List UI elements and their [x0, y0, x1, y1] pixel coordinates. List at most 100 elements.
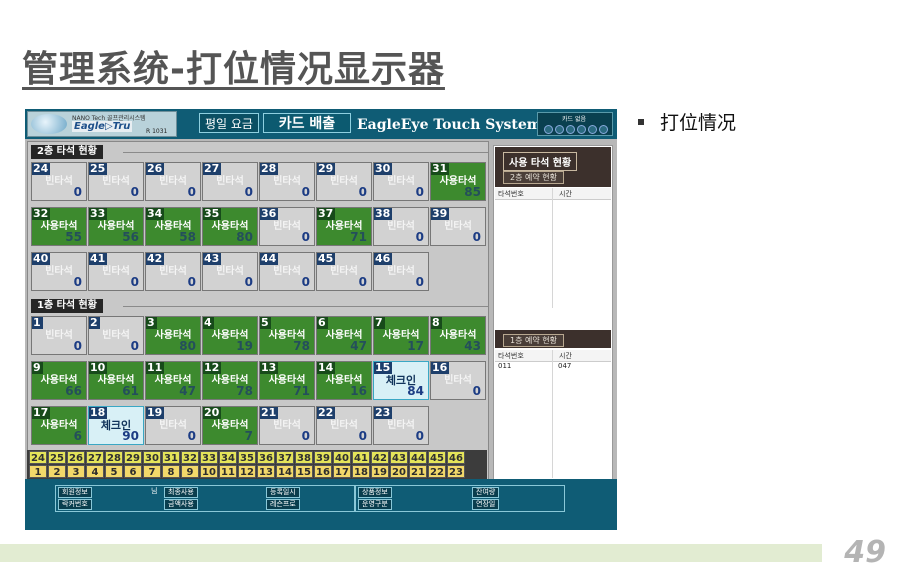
bay-19[interactable]: 19 빈타석 0 — [145, 406, 201, 445]
bay-index-button[interactable]: 16 — [314, 465, 332, 478]
bay-index-button[interactable]: 12 — [238, 465, 256, 478]
bay-index-button[interactable]: 26 — [67, 451, 85, 464]
bay-index-button[interactable]: 17 — [333, 465, 351, 478]
bay-index-button[interactable]: 32 — [181, 451, 199, 464]
bay-29[interactable]: 29 빈타석 0 — [316, 162, 372, 201]
bay-2[interactable]: 2 빈타석 0 — [88, 316, 144, 355]
bay-1[interactable]: 1 빈타석 0 — [31, 316, 87, 355]
bay-14[interactable]: 14 사용타석 16 — [316, 361, 372, 400]
bay-32[interactable]: 32 사용타석 55 — [31, 207, 87, 246]
bay-index-button[interactable]: 29 — [124, 451, 142, 464]
bay-index-button[interactable]: 24 — [29, 451, 47, 464]
bay-9[interactable]: 9 사용타석 66 — [31, 361, 87, 400]
bay-index-button[interactable]: 4 — [86, 465, 104, 478]
bay-index-button[interactable]: 35 — [238, 451, 256, 464]
bay-31[interactable]: 31 사용타석 85 — [430, 162, 486, 201]
bay-38[interactable]: 38 빈타석 0 — [373, 207, 429, 246]
bay-index-button[interactable]: 45 — [428, 451, 446, 464]
bay-23[interactable]: 23 빈타석 0 — [373, 406, 429, 445]
bay-count: 56 — [122, 230, 139, 244]
bay-46[interactable]: 46 빈타석 0 — [373, 252, 429, 291]
bay-35[interactable]: 35 사용타석 80 — [202, 207, 258, 246]
bay-index-button[interactable]: 11 — [219, 465, 237, 478]
bay-34[interactable]: 34 사용타석 58 — [145, 207, 201, 246]
bay-index-button[interactable]: 20 — [390, 465, 408, 478]
bay-index-button[interactable]: 13 — [257, 465, 275, 478]
bay-37[interactable]: 37 사용타석 71 — [316, 207, 372, 246]
bay-index-button[interactable]: 1 — [29, 465, 47, 478]
bay-13[interactable]: 13 사용타석 71 — [259, 361, 315, 400]
bay-44[interactable]: 44 빈타석 0 — [259, 252, 315, 291]
bay-index-button[interactable]: 44 — [409, 451, 427, 464]
reservation-row[interactable]: 011 047 — [494, 362, 612, 372]
bay-index-button[interactable]: 27 — [86, 451, 104, 464]
bay-count: 78 — [293, 339, 310, 353]
bay-3[interactable]: 3 사용타석 80 — [145, 316, 201, 355]
bay-index-button[interactable]: 7 — [143, 465, 161, 478]
bay-index-button[interactable]: 2 — [48, 465, 66, 478]
bay-index-button[interactable]: 43 — [390, 451, 408, 464]
bay-index-button[interactable]: 21 — [409, 465, 427, 478]
bay-25[interactable]: 25 빈타석 0 — [88, 162, 144, 201]
bay-index-button[interactable]: 15 — [295, 465, 313, 478]
bullet-item: 打位情况 — [638, 108, 736, 135]
bay-10[interactable]: 10 사용타석 61 — [88, 361, 144, 400]
bay-index-button[interactable]: 31 — [162, 451, 180, 464]
bay-5[interactable]: 5 사용타석 78 — [259, 316, 315, 355]
bay-15[interactable]: 15 체크인 84 — [373, 361, 429, 400]
bay-index-button[interactable]: 37 — [276, 451, 294, 464]
bay-index-button[interactable]: 23 — [447, 465, 465, 478]
card-eject-button[interactable]: 카드 배출 — [263, 113, 351, 133]
bay-4[interactable]: 4 사용타석 19 — [202, 316, 258, 355]
bay-39[interactable]: 39 빈타석 0 — [430, 207, 486, 246]
bay-21[interactable]: 21 빈타석 0 — [259, 406, 315, 445]
bay-20[interactable]: 20 사용타석 7 — [202, 406, 258, 445]
bay-index-button[interactable]: 9 — [181, 465, 199, 478]
bay-index-button[interactable]: 28 — [105, 451, 123, 464]
bay-index-button[interactable]: 38 — [295, 451, 313, 464]
bay-index-button[interactable]: 40 — [333, 451, 351, 464]
bay-8[interactable]: 8 사용타석 43 — [430, 316, 486, 355]
bay-index-button[interactable]: 41 — [352, 451, 370, 464]
bay-43[interactable]: 43 빈타석 0 — [202, 252, 258, 291]
bay-index-button[interactable]: 19 — [371, 465, 389, 478]
bay-18[interactable]: 18 체크인 90 — [88, 406, 144, 445]
bay-6[interactable]: 6 사용타석 47 — [316, 316, 372, 355]
weekday-rate-button[interactable]: 평일 요금 — [199, 113, 259, 133]
bay-11[interactable]: 11 사용타석 47 — [145, 361, 201, 400]
bay-index-button[interactable]: 8 — [162, 465, 180, 478]
bay-7[interactable]: 7 사용타석 17 — [373, 316, 429, 355]
bay-index-button[interactable]: 39 — [314, 451, 332, 464]
bay-26[interactable]: 26 빈타석 0 — [145, 162, 201, 201]
bay-22[interactable]: 22 빈타석 0 — [316, 406, 372, 445]
bay-index-button[interactable]: 46 — [447, 451, 465, 464]
bay-33[interactable]: 33 사용타석 56 — [88, 207, 144, 246]
bay-27[interactable]: 27 빈타석 0 — [202, 162, 258, 201]
bay-number: 13 — [260, 361, 279, 374]
bay-index-button[interactable]: 6 — [124, 465, 142, 478]
bay-index-button[interactable]: 36 — [257, 451, 275, 464]
bay-36[interactable]: 36 빈타석 0 — [259, 207, 315, 246]
bay-index-button[interactable]: 10 — [200, 465, 218, 478]
bay-12[interactable]: 12 사용타석 78 — [202, 361, 258, 400]
bay-number: 41 — [89, 252, 108, 265]
bay-index-button[interactable]: 42 — [371, 451, 389, 464]
bay-24[interactable]: 24 빈타석 0 — [31, 162, 87, 201]
bay-41[interactable]: 41 빈타석 0 — [88, 252, 144, 291]
bay-42[interactable]: 42 빈타석 0 — [145, 252, 201, 291]
bay-index-button[interactable]: 33 — [200, 451, 218, 464]
bay-40[interactable]: 40 빈타석 0 — [31, 252, 87, 291]
bay-45[interactable]: 45 빈타석 0 — [316, 252, 372, 291]
bay-index-button[interactable]: 25 — [48, 451, 66, 464]
bay-16[interactable]: 16 빈타석 0 — [430, 361, 486, 400]
bay-index-button[interactable]: 22 — [428, 465, 446, 478]
bay-index-button[interactable]: 18 — [352, 465, 370, 478]
bay-30[interactable]: 30 빈타석 0 — [373, 162, 429, 201]
bay-17[interactable]: 17 사용타석 6 — [31, 406, 87, 445]
bay-28[interactable]: 28 빈타석 0 — [259, 162, 315, 201]
bay-index-button[interactable]: 14 — [276, 465, 294, 478]
bay-index-button[interactable]: 3 — [67, 465, 85, 478]
bay-index-button[interactable]: 34 — [219, 451, 237, 464]
bay-index-button[interactable]: 5 — [105, 465, 123, 478]
bay-index-button[interactable]: 30 — [143, 451, 161, 464]
